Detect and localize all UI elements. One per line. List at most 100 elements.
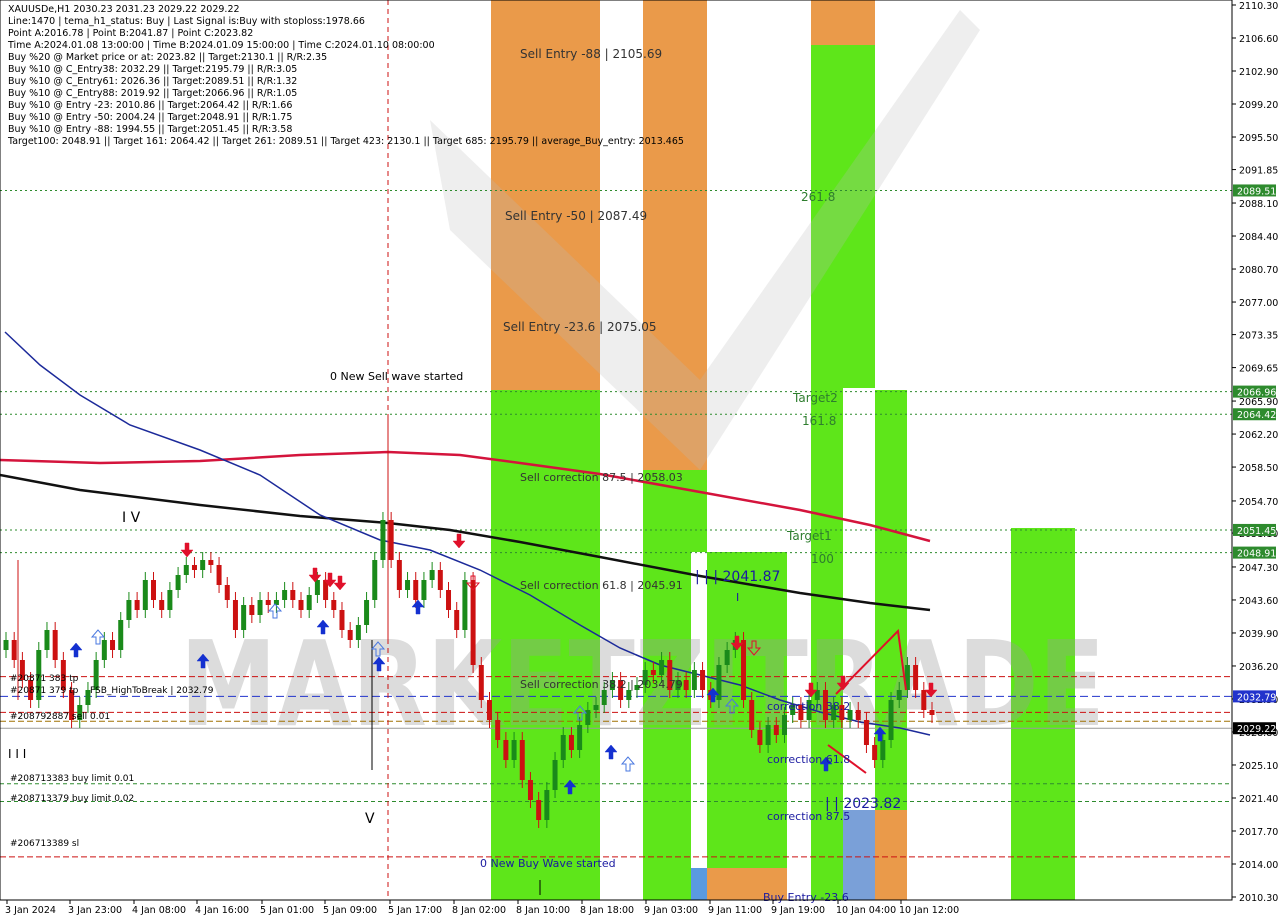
candle-body (749, 700, 755, 730)
y-tick-label: 2091.85 (1239, 166, 1278, 177)
annotation-label: | | 2023.82 (825, 796, 901, 812)
x-tick-label: 8 Jan 18:00 (580, 905, 634, 916)
candle-body (552, 760, 558, 790)
candle-body (298, 600, 304, 610)
x-tick-label: 10 Jan 12:00 (899, 905, 959, 916)
y-tick-label: 2047.30 (1239, 563, 1278, 574)
candle-body (577, 725, 583, 750)
annotation-label: correction 38.2 (767, 700, 850, 713)
fsb-label: FSB_HighToBreak | 2032.79 (90, 686, 214, 696)
sell-arrow-icon (333, 575, 347, 591)
info-line: Buy %10 @ Entry -50: 2004.24 || Target:2… (8, 112, 293, 123)
annotation-label: correction 61.8 (767, 753, 850, 766)
x-tick-label: 4 Jan 16:00 (195, 905, 249, 916)
annotation-label: | | | 2041.87 (695, 569, 780, 585)
candle-body (110, 640, 116, 650)
order-label: #208713379 buy limit 0.02 (10, 794, 134, 804)
candle-body (585, 710, 591, 725)
candle-body (347, 630, 353, 640)
candle-body (626, 690, 632, 700)
candle-body (355, 625, 361, 640)
annotation-label: Sell Entry -23.6 | 2075.05 (503, 320, 657, 334)
order-label: #20871 379 tp (10, 686, 79, 696)
y-tick-label: 2069.65 (1239, 364, 1278, 375)
candle-body (929, 710, 935, 715)
candle-body (191, 565, 197, 570)
info-line: Point A:2016.78 | Point B:2041.87 | Poin… (8, 28, 254, 39)
candle-body (413, 580, 419, 600)
y-tick-label: 2073.35 (1239, 331, 1278, 342)
annotation-label: 0 New Buy Wave started (480, 857, 616, 870)
annotation-label: 100 (811, 552, 834, 566)
candle-body (757, 730, 763, 745)
info-line: Buy %10 @ Entry -88: 1994.55 || Target:2… (8, 124, 293, 135)
annotation-label: I I I (8, 747, 26, 761)
buy-arrow-icon (69, 642, 83, 658)
candle-body (913, 665, 919, 690)
sell-arrow-icon (452, 533, 466, 549)
y-tick-label: 2017.70 (1239, 827, 1278, 838)
y-tick-label: 2062.20 (1239, 430, 1278, 441)
candle-body (282, 590, 288, 600)
candle-body (536, 800, 542, 820)
candle-body (11, 640, 17, 660)
candle-body (495, 720, 501, 740)
candle-body (126, 600, 132, 620)
annotation-label: Sell correction 61.8 | 2045.91 (520, 579, 683, 592)
candle-body (265, 600, 271, 605)
price-tag-label: 2051.45 (1237, 526, 1276, 537)
price-tag-label: 2048.91 (1237, 549, 1276, 560)
candle-body (306, 595, 312, 610)
x-tick-label: 5 Jan 01:00 (260, 905, 314, 916)
y-tick-label: 2039.90 (1239, 629, 1278, 640)
x-tick-label: 5 Jan 17:00 (388, 905, 442, 916)
candle-body (683, 680, 689, 690)
y-tick-label: 2106.60 (1239, 34, 1278, 45)
x-tick-label: 9 Jan 11:00 (708, 905, 762, 916)
annotation-label: Sell correction 38.2 | 2034.79 (520, 678, 683, 691)
candle-body (429, 570, 435, 580)
x-tick-label: 9 Jan 19:00 (771, 905, 825, 916)
zone-block (691, 868, 707, 900)
y-tick-label: 2010.30 (1239, 893, 1278, 904)
info-line: XAUUSDe,H1 2030.23 2031.23 2029.22 2029.… (8, 4, 240, 15)
price-tag-label: 2029.22 (1237, 724, 1276, 735)
candle-body (175, 575, 181, 590)
candle-body (446, 590, 452, 610)
candle-body (863, 720, 869, 745)
candle-body (454, 610, 460, 630)
y-tick-label: 2058.50 (1239, 463, 1278, 474)
info-line: Buy %10 @ C_Entry61: 2026.36 || Target:2… (8, 76, 298, 87)
candle-body (396, 560, 402, 590)
annotation-label: V (365, 811, 375, 827)
info-line: Buy %10 @ C_Entry88: 2019.92 || Target:2… (8, 88, 298, 99)
candle-body (249, 605, 255, 615)
order-label: #20871 383 tp (10, 674, 79, 684)
y-tick-label: 2036.20 (1239, 662, 1278, 673)
y-tick-label: 2095.50 (1239, 133, 1278, 144)
candle-body (486, 700, 492, 720)
candle-body (659, 660, 665, 675)
candle-body (462, 580, 468, 630)
candle-body (855, 710, 861, 720)
candle-body (921, 690, 927, 710)
annotation-label: 0 New Sell wave started (330, 370, 463, 383)
annotation-label: Sell correction 87.5 | 2058.03 (520, 471, 683, 484)
candle-body (364, 600, 370, 625)
annotation-label: 261.8 (801, 190, 835, 204)
y-tick-label: 2099.20 (1239, 100, 1278, 111)
candle-body (183, 565, 189, 575)
candle-body (741, 640, 747, 700)
order-label: #208713383 buy limit 0.01 (10, 774, 134, 784)
info-line: Buy %20 @ Market price or at: 2023.82 ||… (8, 52, 328, 63)
price-tag-label: 2032.79 (1237, 692, 1276, 703)
candle-body (44, 630, 50, 650)
zone-block (811, 0, 875, 45)
candle-body (257, 600, 263, 615)
y-tick-label: 2043.60 (1239, 596, 1278, 607)
candle-body (232, 600, 238, 630)
x-tick-label: 9 Jan 03:00 (644, 905, 698, 916)
candle-body (208, 560, 214, 565)
x-tick-label: 5 Jan 09:00 (323, 905, 377, 916)
candle-body (437, 570, 443, 590)
